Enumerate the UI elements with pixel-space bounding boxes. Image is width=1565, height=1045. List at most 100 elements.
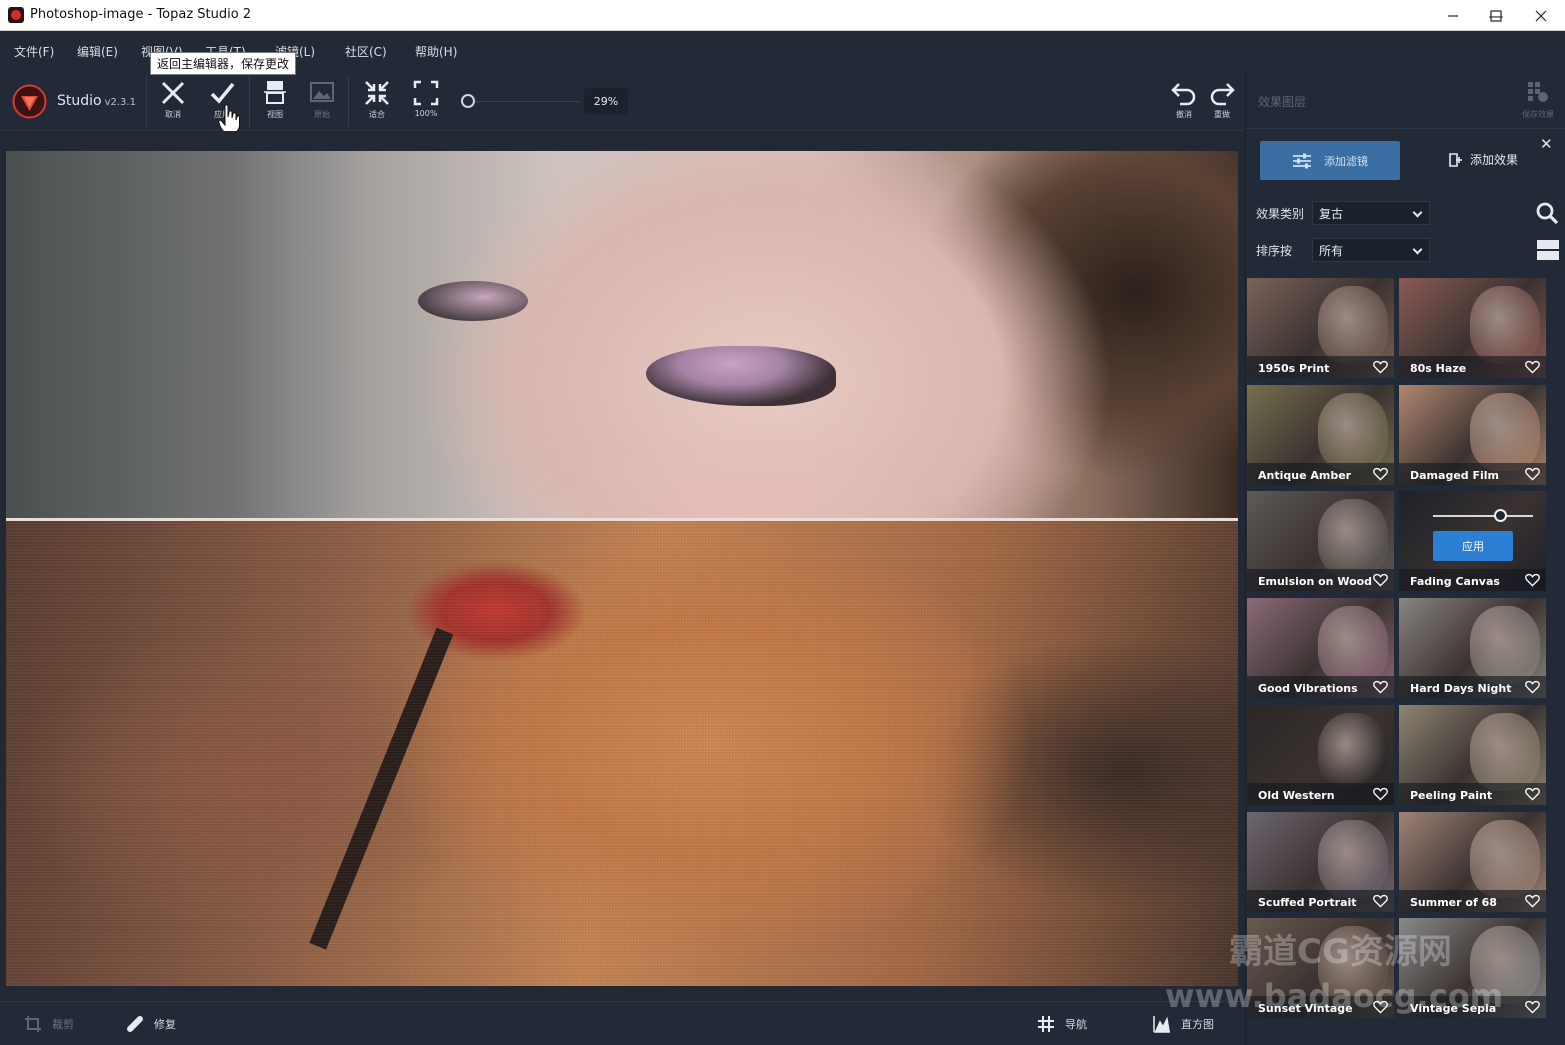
effect-name: Fading Canvas <box>1410 575 1500 588</box>
crop-button[interactable]: 裁剪 <box>24 1015 74 1033</box>
effect-tile[interactable]: Old Western <box>1247 705 1394 805</box>
menu-community[interactable]: 社区(C) <box>345 43 387 60</box>
sort-label: 排序按 <box>1256 244 1293 258</box>
face-thumbnail <box>1470 820 1540 898</box>
original-image-half <box>6 151 1238 519</box>
save-effect-icon <box>1528 82 1548 102</box>
cancel-button[interactable]: 取消 <box>155 79 191 125</box>
effect-name: Scuffed Portrait <box>1258 896 1357 909</box>
zoom-slider-track[interactable] <box>468 101 580 102</box>
chevron-down-icon <box>1412 207 1423 218</box>
fit-button[interactable]: 适合 <box>359 79 395 125</box>
add-effect-button[interactable]: 添加效果 <box>1448 151 1518 168</box>
effect-name: Good Vibrations <box>1258 682 1358 695</box>
app-name-label: Studio <box>57 93 102 109</box>
favorite-heart-icon[interactable] <box>1373 680 1388 694</box>
close-panel-icon[interactable]: ✕ <box>1540 135 1553 153</box>
effect-tile[interactable]: 1950s Print <box>1247 278 1394 378</box>
zoom-value[interactable]: 29% <box>584 88 628 114</box>
effect-tile[interactable]: Damaged Film <box>1399 385 1546 485</box>
apply-effect-button[interactable]: 应用 <box>1433 531 1513 561</box>
effect-strength-handle[interactable] <box>1494 509 1507 522</box>
close-window-icon[interactable] <box>1518 0 1564 31</box>
redo-label: 重做 <box>1214 110 1230 119</box>
repair-button[interactable]: 修复 <box>126 1015 176 1033</box>
app-version: v2.3.1 <box>104 97 136 108</box>
menu-edit[interactable]: 编辑(E) <box>77 43 118 60</box>
face-thumbnail <box>1318 713 1388 791</box>
maximize-icon[interactable] <box>1473 0 1519 31</box>
effect-tile[interactable]: Good Vibrations <box>1247 598 1394 698</box>
effect-tile[interactable]: Summer of 68 <box>1399 812 1546 912</box>
effect-tile[interactable]: Peeling Paint <box>1399 705 1546 805</box>
list-view-icon[interactable] <box>1537 239 1559 261</box>
effect-tile[interactable]: Scuffed Portrait <box>1247 812 1394 912</box>
favorite-heart-icon[interactable] <box>1525 787 1540 801</box>
apply-tooltip: 返回主编辑器，保存更改 <box>150 52 297 75</box>
hand-cursor-icon <box>218 104 240 134</box>
watermark-line2: www.badaocg.com <box>1165 977 1504 1015</box>
favorite-heart-icon[interactable] <box>1525 680 1540 694</box>
effect-tile[interactable]: 应用 Fading Canvas <box>1399 491 1546 591</box>
toolbar-divider <box>249 75 250 127</box>
favorite-heart-icon[interactable] <box>1373 360 1388 374</box>
effect-name: Summer of 68 <box>1410 896 1497 909</box>
effect-name: Peeling Paint <box>1410 789 1493 802</box>
save-effect-button[interactable]: 保存效果 <box>1518 81 1558 120</box>
favorite-heart-icon[interactable] <box>1525 1000 1540 1014</box>
favorite-heart-icon[interactable] <box>1525 360 1540 374</box>
save-effect-label: 保存效果 <box>1522 110 1554 119</box>
sort-select[interactable]: 所有 <box>1312 238 1430 262</box>
chevron-down-icon <box>1412 244 1423 255</box>
effect-name: Hard Days Night <box>1410 682 1512 695</box>
category-select[interactable]: 复古 <box>1312 201 1430 225</box>
add-effect-label: 添加效果 <box>1470 153 1519 167</box>
favorite-heart-icon[interactable] <box>1373 467 1388 481</box>
split-view-icon <box>264 81 286 104</box>
minimize-icon[interactable] <box>1430 0 1476 31</box>
favorite-heart-icon[interactable] <box>1373 894 1388 908</box>
add-filter-button[interactable]: 添加滤镜 <box>1260 141 1400 180</box>
face-thumbnail <box>1318 286 1388 364</box>
effect-name: Old Western <box>1258 789 1335 802</box>
menu-help[interactable]: 帮助(H) <box>415 43 457 60</box>
photo-preview[interactable] <box>6 151 1238 986</box>
face-thumbnail <box>1470 713 1540 791</box>
search-icon[interactable] <box>1535 201 1559 225</box>
lipstick-shape <box>309 627 454 950</box>
original-button[interactable]: 原始 <box>304 79 340 125</box>
undo-button[interactable]: 撤消 <box>1166 79 1202 125</box>
effect-tile[interactable]: 80s Haze <box>1399 278 1546 378</box>
favorite-heart-icon[interactable] <box>1373 573 1388 587</box>
watermark-line1: 霸道CG资源网 <box>1229 932 1452 972</box>
effect-name: Antique Amber <box>1258 469 1352 482</box>
image-canvas[interactable] <box>0 131 1245 1001</box>
navigator-button[interactable]: 导航 <box>1037 1015 1087 1033</box>
view-button[interactable]: 视图 <box>257 79 293 125</box>
repair-label: 修复 <box>154 1018 176 1031</box>
fit-label: 适合 <box>369 110 385 119</box>
effect-tile[interactable]: Antique Amber <box>1247 385 1394 485</box>
redo-icon <box>1210 83 1235 106</box>
favorite-heart-icon[interactable] <box>1373 787 1388 801</box>
face-thumbnail <box>1318 606 1388 684</box>
menu-file[interactable]: 文件(F) <box>14 43 54 60</box>
undo-label: 撤消 <box>1176 110 1192 119</box>
favorite-heart-icon[interactable] <box>1525 894 1540 908</box>
effect-strength-slider[interactable] <box>1433 515 1533 517</box>
redo-button[interactable]: 重做 <box>1204 79 1240 125</box>
favorite-heart-icon[interactable] <box>1525 467 1540 481</box>
face-thumbnail <box>1470 286 1540 364</box>
actual-size-icon <box>413 80 439 106</box>
panel-header: 效果图层 保存效果 <box>1246 71 1565 129</box>
effect-tile[interactable]: Hard Days Night <box>1399 598 1546 698</box>
actual-size-button[interactable]: 100% <box>408 79 444 125</box>
effect-tile[interactable]: Emulsion on Wood <box>1247 491 1394 591</box>
zoom-slider-handle[interactable] <box>461 94 475 108</box>
navigator-label: 导航 <box>1065 1018 1087 1031</box>
cancel-label: 取消 <box>165 110 181 119</box>
sort-value: 所有 <box>1319 243 1344 258</box>
effect-name: 1950s Print <box>1258 362 1330 375</box>
toolbar-divider <box>146 75 147 127</box>
favorite-heart-icon[interactable] <box>1525 573 1540 587</box>
